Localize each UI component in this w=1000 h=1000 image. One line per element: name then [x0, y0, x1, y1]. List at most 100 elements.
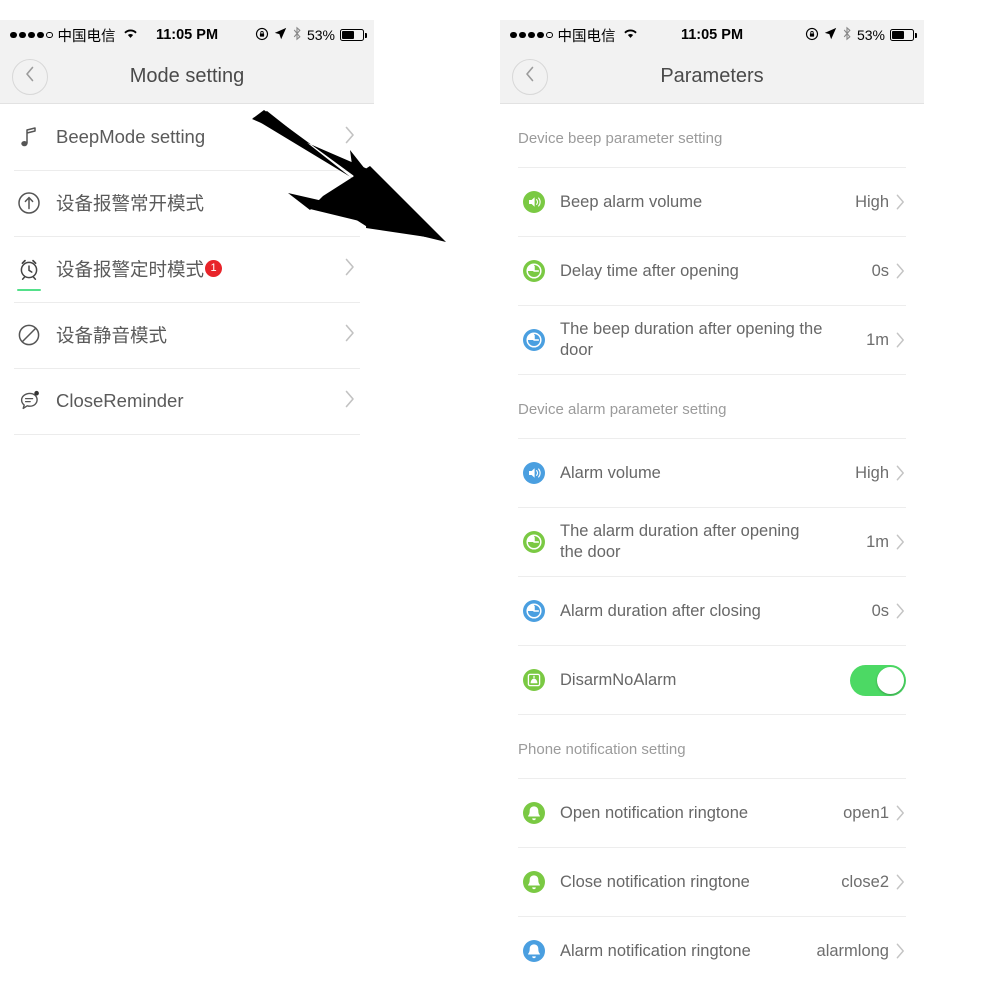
chevron-right-icon [344, 125, 356, 150]
section-header: Device alarm parameter setting [518, 401, 727, 418]
chevron-right-icon [344, 257, 356, 282]
battery-icon [340, 29, 367, 41]
chevron-right-icon [344, 323, 356, 348]
settings-group: Open notification ringtone open1 Close not… [518, 778, 906, 980]
arrow-up-circle-icon [14, 188, 44, 218]
settings-row-value: 0s [871, 261, 889, 280]
chevron-right-icon [895, 602, 906, 620]
carrier-name: 中国电信 [557, 28, 616, 45]
status-badge: 1 [205, 259, 223, 277]
settings-row-label: Delay time after opening [560, 261, 739, 280]
battery-icon [890, 29, 917, 41]
settings-row[interactable]: Delay time after opening 0s [518, 236, 906, 305]
back-button[interactable] [12, 58, 48, 95]
bell-icon [522, 939, 546, 963]
toggle-switch[interactable] [850, 664, 906, 696]
speaker-volume-icon [522, 461, 546, 485]
list-item-text: CloseReminder [56, 390, 184, 411]
settings-row-value: 1m [866, 532, 889, 551]
list-item-text: 设备报警定时模式 [56, 259, 205, 280]
settings-row-label: Open notification ringtone [560, 803, 749, 822]
list-item-close-reminder[interactable]: CloseReminder [0, 368, 374, 434]
back-button[interactable] [512, 58, 548, 95]
parameters-list: Device beep parameter setting Beep alarm … [500, 104, 924, 980]
list-item-text: 设备静音模式 [56, 325, 168, 346]
alarm-clock-icon [14, 254, 44, 291]
list-item-beepmode-setting[interactable]: BeepMode setting [0, 104, 374, 170]
bell-icon [522, 870, 546, 894]
rotation-lock-icon [805, 27, 819, 44]
settings-row-label: The alarm duration after opening the doo… [560, 522, 800, 561]
signal-strength-dots [510, 31, 553, 39]
chevron-right-icon [895, 804, 906, 822]
page-title: Parameters [660, 65, 764, 87]
settings-row-label: Alarm notification ringtone [560, 941, 751, 960]
list-item-label: BeepMode setting [56, 126, 205, 148]
clock-icon [522, 259, 546, 283]
status-bar-left: 中国电信 11:05 PM 53% [0, 20, 374, 50]
list-bottom-divider [14, 434, 360, 435]
chevron-right-icon [895, 331, 906, 349]
location-arrow-icon [824, 27, 837, 43]
settings-row-label: Close notification ringtone [560, 872, 750, 891]
chevron-left-icon [25, 66, 35, 87]
right-phone-screen: 中国电信 11:05 PM 53% Parameters Device beep… [500, 20, 924, 980]
chevron-right-icon [344, 389, 356, 414]
siren-icon [522, 668, 546, 692]
bell-icon [522, 801, 546, 825]
settings-row-label: Beep alarm volume [560, 192, 703, 211]
nav-bar-left: Mode setting [0, 50, 374, 104]
settings-row-value: alarmlong [816, 941, 889, 960]
clock-icon [522, 599, 546, 623]
settings-row[interactable]: Open notification ringtone open1 [518, 778, 906, 847]
screenshot-root: 中国电信 11:05 PM 53% Mode setting BeepMode … [0, 0, 1000, 1000]
settings-row[interactable]: The beep duration after opening the door… [518, 305, 906, 375]
settings-row[interactable]: Alarm volume High [518, 438, 906, 507]
wifi-icon [123, 27, 138, 43]
speech-bubble-icon [14, 386, 44, 416]
settings-row-label: The beep duration after opening the door [560, 320, 823, 359]
settings-row[interactable]: Alarm duration after closing 0s [518, 576, 906, 645]
nav-bar-right: Parameters [500, 50, 924, 104]
chevron-right-icon [344, 191, 356, 216]
list-item-device-alarm-timer[interactable]: 设备报警定时模式 1 [0, 236, 374, 302]
battery-percent-label: 53% [306, 27, 335, 43]
status-bar-left-group: 中国电信 [510, 25, 638, 46]
settings-row[interactable]: Close notification ringtone close2 [518, 847, 906, 916]
section-header: Phone notification setting [518, 741, 686, 758]
bluetooth-icon [842, 26, 852, 44]
settings-row[interactable]: DisarmNoAlarm [518, 645, 906, 715]
settings-row[interactable]: Alarm notification ringtone alarmlong [518, 916, 906, 980]
list-item-text: 设备报警常开模式 [56, 193, 205, 214]
list-item-device-alarm-always-on[interactable]: 设备报警常开模式 [0, 170, 374, 236]
settings-group: Beep alarm volume High Delay time after op… [518, 167, 906, 375]
battery-percent-label: 53% [856, 27, 885, 43]
settings-row-value: High [855, 192, 889, 211]
settings-row[interactable]: Beep alarm volume High [518, 167, 906, 236]
status-bar-right: 中国电信 11:05 PM 53% [500, 20, 924, 50]
settings-row-label: Alarm duration after closing [560, 601, 761, 620]
list-item-device-mute-mode[interactable]: 设备静音模式 [0, 302, 374, 368]
status-bar-right-group: 53% [255, 26, 367, 44]
settings-row-label: Alarm volume [560, 463, 661, 482]
chevron-left-icon [525, 66, 535, 87]
rotation-lock-icon [255, 27, 269, 44]
page-title: Mode setting [129, 65, 245, 87]
toggle-knob [877, 666, 904, 694]
settings-row-value: 0s [871, 601, 889, 620]
bluetooth-icon [292, 26, 302, 44]
mute-circle-icon [14, 320, 44, 350]
chevron-right-icon [895, 533, 906, 551]
list-item-text: BeepMode setting [56, 126, 206, 147]
chevron-right-icon [895, 193, 906, 211]
status-bar-left-group: 中国电信 [10, 25, 138, 46]
chevron-right-icon [895, 873, 906, 891]
music-note-icon [14, 122, 44, 152]
settings-row-value: open1 [843, 803, 889, 822]
carrier-name: 中国电信 [57, 28, 116, 45]
list-item-label: 设备报警定时模式 1 [56, 256, 223, 282]
clock-icon [522, 530, 546, 554]
section-header: Device beep parameter setting [518, 130, 723, 147]
speaker-volume-icon [522, 190, 546, 214]
settings-row[interactable]: The alarm duration after opening the doo… [518, 507, 906, 576]
